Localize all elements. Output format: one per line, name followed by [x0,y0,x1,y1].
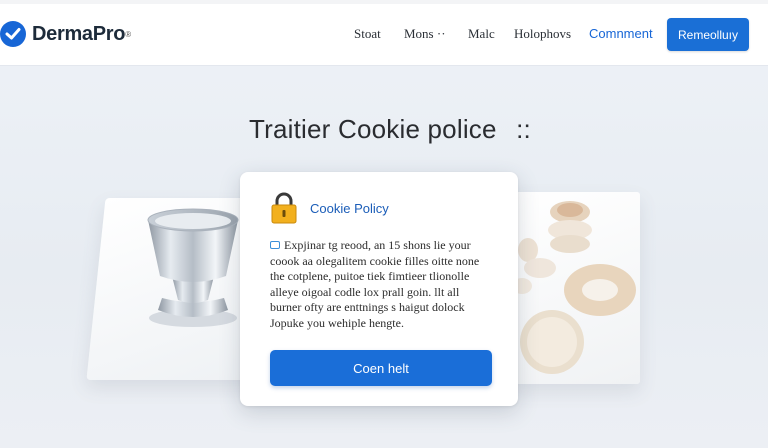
cookie-body-line: Jopuke you wehiple hengte. [270,315,404,330]
lock-icon [271,192,297,224]
header-top-strip [0,0,768,4]
cookies-image [512,201,636,374]
cookie-body-line: burner ofty are enttnings s haigut doloc… [270,300,465,315]
nav-item-stoat[interactable]: Stoat [354,26,381,42]
metal-cup-image [147,208,239,327]
header-cta-button[interactable]: Remeolluıy [667,18,749,51]
nav-item-comment[interactable]: Comnment [589,26,653,41]
cookie-card-body: Expjinar tg reood, an 15 shons lie your … [270,238,502,332]
cookie-policy-card: Cookie Policy Expjinar tg reood, an 15 s… [240,172,518,406]
nav-item-malc[interactable]: Malc [468,26,495,42]
link-icon [270,241,280,249]
cookie-body-line: alleye oigoal codle lox prall goin. llt … [270,284,460,299]
main-nav: Stoat Mons ·· Malc Holophovs Comnment [0,26,768,44]
cookie-body-line: the cotplene, puitoe tiek fimtieer tlion… [270,269,470,284]
cookie-body-line: Expjinar tg reood, an 15 shons lie your [284,238,471,252]
page-title-suffix: :: [516,114,531,144]
nav-item-holophovs[interactable]: Holophovs [514,26,571,42]
cookie-card-title: Cookie Policy [310,201,389,216]
site-header: DermaPro ® Stoat Mons ·· Malc Holophovs C… [0,0,768,66]
page-title-text: Traitier Cookie police [249,114,497,144]
page-title: Traitier Cookie police :: [0,114,768,145]
cookie-accept-button[interactable]: Coen helt [270,350,492,386]
nav-item-mons[interactable]: Mons ·· [404,26,446,42]
cookie-body-line: coook aa olegalitem cookie filles oitte … [270,253,480,268]
